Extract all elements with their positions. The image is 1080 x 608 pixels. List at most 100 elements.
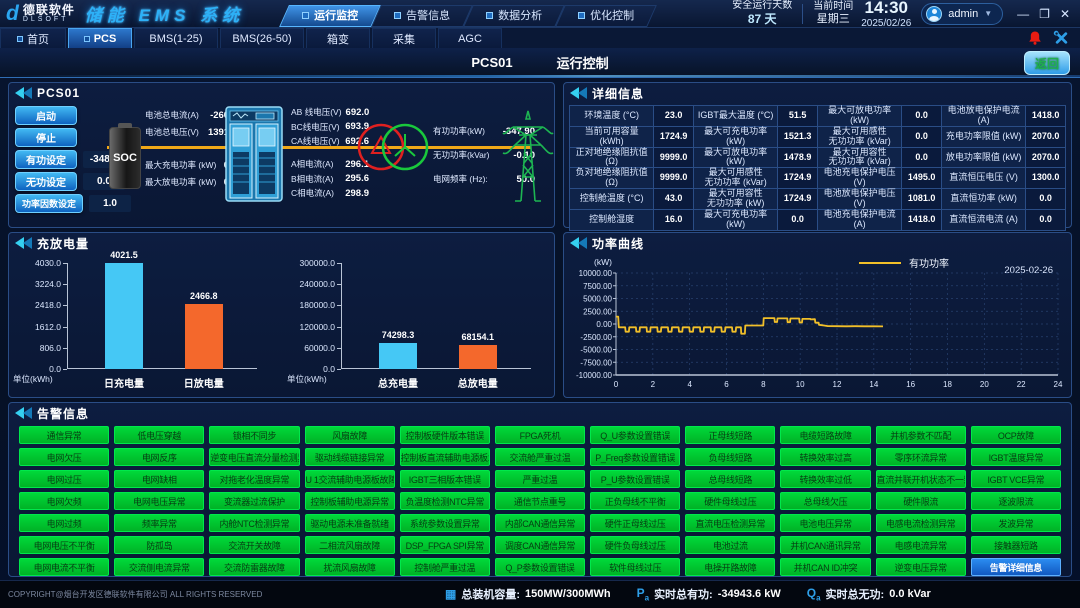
alarm-item-34[interactable]: 电网电压异常 [114,492,204,510]
alarm-item-20[interactable]: 零序环流异常 [876,448,966,466]
alarm-item-23[interactable]: 电网缺相 [114,470,204,488]
alarm-item-12[interactable]: 电网反序 [114,448,204,466]
alarm-item-45[interactable]: 频率异常 [114,514,204,532]
header-tab-3[interactable]: 优化控制 [560,5,652,27]
nav-item-2[interactable]: BMS(1-25) [134,28,218,48]
reactive-power-set-button[interactable]: 无功设定 [15,172,77,191]
alarm-item-27[interactable]: 严重过温 [495,470,585,488]
alarm-item-18[interactable]: 负母线短路 [685,448,775,466]
alarm-item-9[interactable]: 并机参数不匹配 [876,426,966,444]
alarm-item-54[interactable]: 发波异常 [971,514,1061,532]
alarm-item-62[interactable]: 电池过流 [685,536,775,554]
alarm-item-28[interactable]: P_U参数设置错误 [590,470,680,488]
alarm-item-50[interactable]: 硬件正母线过压 [590,514,680,532]
alarm-item-72[interactable]: 软件母线过压 [590,558,680,576]
alarm-item-13[interactable]: 逆变电压直流分量检测异常 [209,448,299,466]
nav-item-6[interactable]: AGC [438,28,502,48]
alarm-item-33[interactable]: 电网欠频 [19,492,109,510]
alarm-item-41[interactable]: 总母线欠压 [780,492,870,510]
alarm-item-48[interactable]: 系统参数设置异常 [400,514,490,532]
alarm-item-14[interactable]: 驱动线缆链接异常 [305,448,395,466]
alarm-item-51[interactable]: 直流电压检测异常 [685,514,775,532]
alarm-item-58[interactable]: 二相流风扇故障 [305,536,395,554]
alarm-item-68[interactable]: 交流防雷器故障 [209,558,299,576]
alarm-item-64[interactable]: 电感电流异常 [876,536,966,554]
alarm-item-44[interactable]: 电网过频 [19,514,109,532]
alarm-item-0[interactable]: 通信异常 [19,426,109,444]
alarm-item-4[interactable]: 控制板硬件版本错误 [400,426,490,444]
alarm-item-56[interactable]: 防孤岛 [114,536,204,554]
alarm-item-38[interactable]: 通信节点重号 [495,492,585,510]
alarm-item-59[interactable]: DSP_FPGA SPI异常 [400,536,490,554]
alarm-item-32[interactable]: IGBT VCE异常 [971,470,1061,488]
alarm-item-15[interactable]: 控制板直流辅助电源板1故障 [400,448,490,466]
alarm-item-66[interactable]: 电网电流不平衡 [19,558,109,576]
alarm-item-7[interactable]: 正母线短路 [685,426,775,444]
alarm-item-5[interactable]: FPGA死机 [495,426,585,444]
alarm-item-52[interactable]: 电池电压异常 [780,514,870,532]
alarm-item-26[interactable]: IGBT三相版本错误 [400,470,490,488]
alarm-item-35[interactable]: 变流器过流保护 [209,492,299,510]
alarm-item-30[interactable]: 转换效率过低 [780,470,870,488]
alarm-item-67[interactable]: 交流侧电流异常 [114,558,204,576]
alarm-item-49[interactable]: 内部CAN通信异常 [495,514,585,532]
header-tab-1[interactable]: 告警信息 [376,5,468,27]
alarm-item-11[interactable]: 电网欠压 [19,448,109,466]
start-button[interactable]: 启动 [15,106,77,125]
power-factor-set-button[interactable]: 功率因数设定 [15,194,83,213]
nav-item-5[interactable]: 采集 [372,28,436,48]
alarm-item-6[interactable]: Q_U参数设置错误 [590,426,680,444]
alarm-item-53[interactable]: 电感电流检测异常 [876,514,966,532]
alarm-item-61[interactable]: 硬件负母线过压 [590,536,680,554]
close-button[interactable]: ✕ [1060,8,1070,20]
nav-item-4[interactable]: 箱变 [306,28,370,48]
alarm-item-36[interactable]: 控制板辅助电源异常 [305,492,395,510]
alarm-item-60[interactable]: 调度CAN通信异常 [495,536,585,554]
alarm-item-1[interactable]: 低电压穿越 [114,426,204,444]
back-button[interactable]: 返回 [1024,51,1070,75]
active-power-set-button[interactable]: 有功设定 [15,150,77,169]
header-tab-0[interactable]: 运行监控 [284,5,376,27]
alarm-detail-button[interactable]: 告警详细信息 [971,558,1061,576]
stop-button[interactable]: 停止 [15,128,77,147]
alarm-item-17[interactable]: P_Freq参数设置错误 [590,448,680,466]
alarm-item-43[interactable]: 逐波限流 [971,492,1061,510]
alarm-bell-icon[interactable] [1027,30,1043,46]
alarm-item-10[interactable]: OCP故障 [971,426,1061,444]
alarm-item-31[interactable]: 直流并联开机状态不一致 [876,470,966,488]
alarm-item-55[interactable]: 电网电压不平衡 [19,536,109,554]
alarm-item-22[interactable]: 电网过压 [19,470,109,488]
alarm-item-46[interactable]: 内舱NTC检测异常 [209,514,299,532]
alarm-item-25[interactable]: U 1交流辅助电源板故障 [305,470,395,488]
alarm-item-21[interactable]: IGBT温度异常 [971,448,1061,466]
alarm-item-2[interactable]: 锁相不同步 [209,426,299,444]
nav-item-3[interactable]: BMS(26-50) [220,28,304,48]
nav-item-1[interactable]: PCS [68,28,132,48]
tools-icon[interactable] [1053,30,1070,46]
alarm-item-63[interactable]: 并机CAN通讯异常 [780,536,870,554]
alarm-item-70[interactable]: 控制舱严重过温 [400,558,490,576]
minimize-button[interactable]: — [1017,8,1029,20]
alarm-item-39[interactable]: 正负母线不平衡 [590,492,680,510]
user-menu[interactable]: admin ▼ [921,3,1003,25]
alarm-item-37[interactable]: 负温度检测NTC异常 [400,492,490,510]
alarm-item-8[interactable]: 电缆短路故障 [780,426,870,444]
alarm-item-16[interactable]: 交流舱严重过温 [495,448,585,466]
alarm-item-75[interactable]: 逆变电压异常 [876,558,966,576]
alarm-item-73[interactable]: 电操开路故障 [685,558,775,576]
alarm-item-42[interactable]: 硬件限流 [876,492,966,510]
alarm-item-65[interactable]: 接触器短路 [971,536,1061,554]
alarm-item-24[interactable]: 对拖老化温度异常 [209,470,299,488]
alarm-item-47[interactable]: 驱动电源未准备就绪 [305,514,395,532]
alarm-item-57[interactable]: 交流开关故障 [209,536,299,554]
maximize-button[interactable]: ❐ [1039,8,1050,20]
alarm-item-74[interactable]: 并机CAN ID冲突 [780,558,870,576]
header-tab-2[interactable]: 数据分析 [468,5,560,27]
alarm-item-19[interactable]: 转换效率过高 [780,448,870,466]
alarm-item-71[interactable]: Q_P参数设置错误 [495,558,585,576]
alarm-item-40[interactable]: 硬件母线过压 [685,492,775,510]
alarm-item-29[interactable]: 总母线短路 [685,470,775,488]
alarm-item-3[interactable]: 风扇故障 [305,426,395,444]
alarm-item-69[interactable]: 扰流风扇故障 [305,558,395,576]
nav-item-0[interactable]: 首页 [0,28,66,48]
